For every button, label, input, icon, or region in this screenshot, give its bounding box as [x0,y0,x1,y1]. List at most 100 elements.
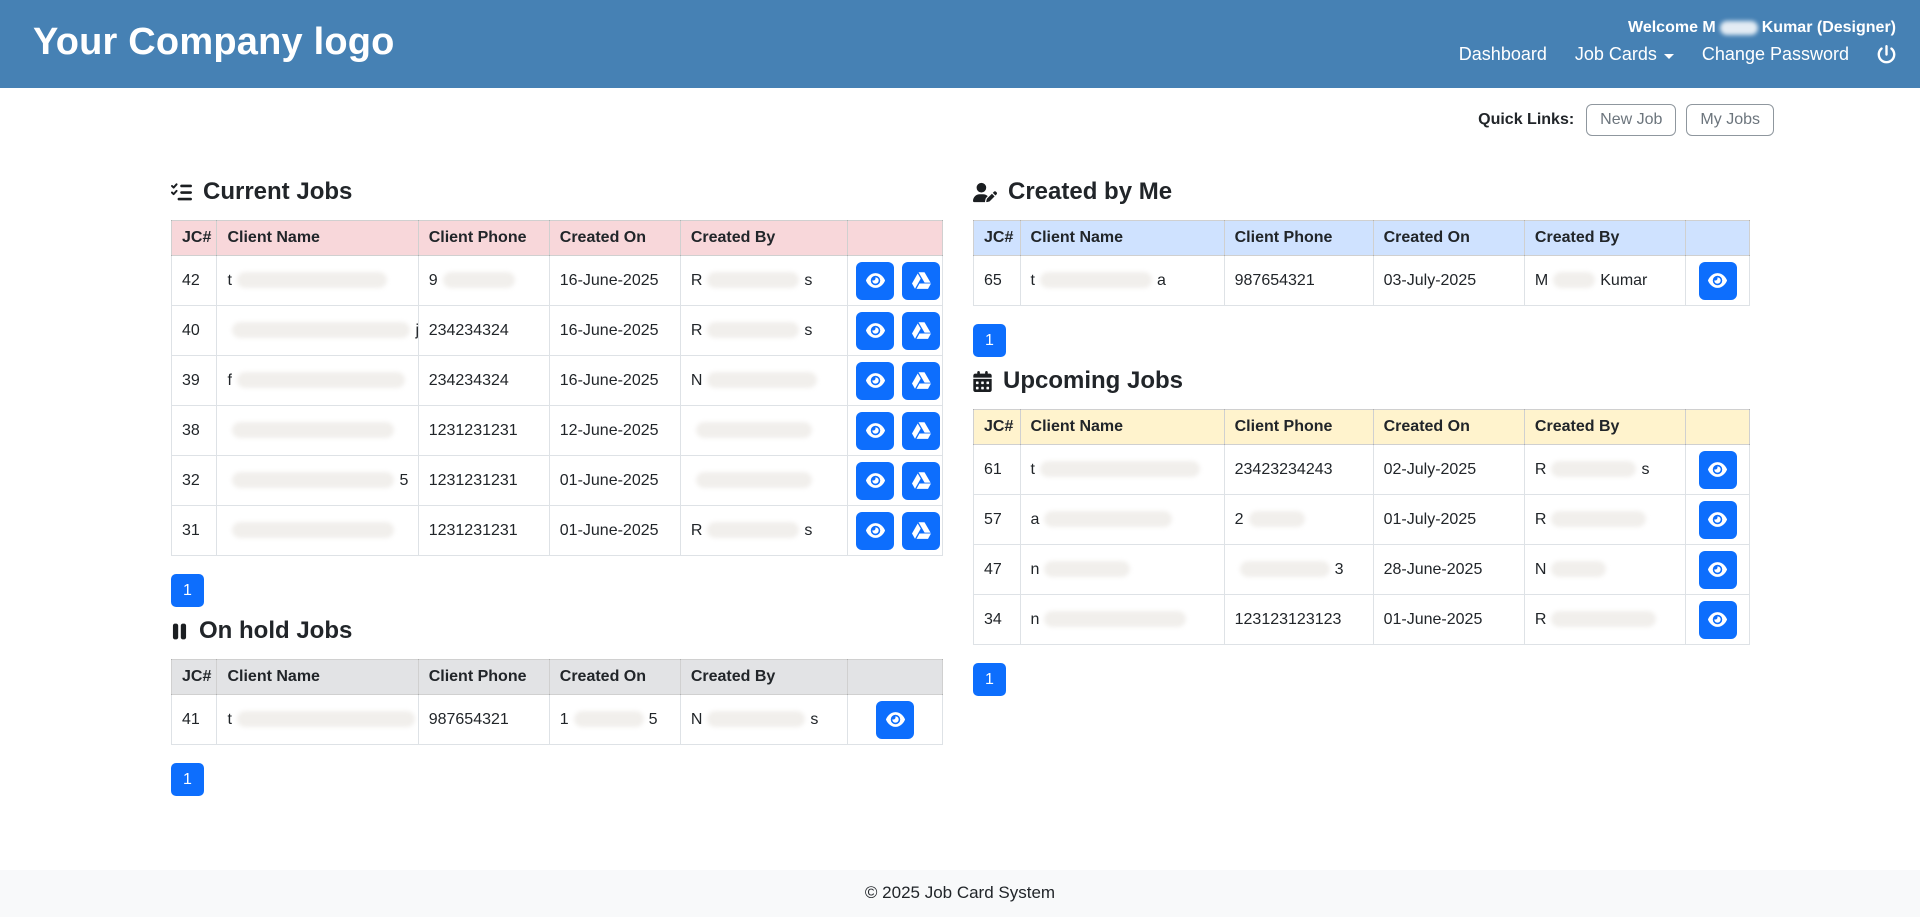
table-row: 38123123123112-June-2025 [172,406,943,456]
drive-link-button[interactable] [902,462,940,500]
google-drive-icon [912,271,931,290]
view-job-button[interactable] [1699,551,1737,589]
cell-client-phone: 987654321 [1224,256,1373,306]
redacted-text [232,522,394,538]
table-row: 39f23423432416-June-2025N [172,356,943,406]
cell-client-phone: 3 [1224,545,1373,595]
table-row: 40j23423432416-June-2025Rs [172,306,943,356]
cell-created-on: 02-July-2025 [1373,445,1524,495]
column-header: Client Phone [418,221,549,256]
drive-link-button[interactable] [902,362,940,400]
view-job-button[interactable] [856,412,894,450]
pagination-page-1[interactable]: 1 [973,663,1006,696]
column-header: Client Phone [1224,221,1373,256]
view-job-button[interactable] [856,512,894,550]
pagination-page-1[interactable]: 1 [973,324,1006,357]
pagination-page-1[interactable]: 1 [171,574,204,607]
cell-created-on: 03-July-2025 [1373,256,1524,306]
table-row: 31123123123101-June-2025Rs [172,506,943,556]
redacted-text [707,272,799,288]
pause-icon [171,621,188,642]
view-job-button[interactable] [856,462,894,500]
column-header: Created By [680,660,847,695]
cell-created-by: R [1524,595,1685,645]
redacted-text [232,322,410,338]
view-job-button[interactable] [1699,601,1737,639]
upcoming-jobs-table: JC#Client NameClient PhoneCreated OnCrea… [973,409,1750,645]
view-job-button[interactable] [856,312,894,350]
redacted-text [1044,611,1186,627]
drive-link-button[interactable] [902,262,940,300]
column-header: Created On [1373,221,1524,256]
column-header: Client Phone [418,660,549,695]
nav-dashboard[interactable]: Dashboard [1459,44,1547,65]
redacted-text [237,372,405,388]
view-job-button[interactable] [856,262,894,300]
cell-client-name [217,506,418,556]
dashboard-content: Current Jobs JC#Client NameClient PhoneC… [0,136,1920,870]
column-header: Client Name [217,660,418,695]
column-header: Client Name [217,221,418,256]
cell-created-on: 16-June-2025 [549,256,680,306]
cell-client-phone: 1231231231 [418,406,549,456]
welcome-text: Welcome M Kumar (Designer) [1628,19,1896,37]
new-job-button[interactable]: New Job [1586,104,1676,136]
drive-link-button[interactable] [902,312,940,350]
drive-link-button[interactable] [902,412,940,450]
redacted-text [1551,461,1636,477]
redacted-username [1720,21,1758,35]
view-job-button[interactable] [856,362,894,400]
table-row: 65ta98765432103-July-2025MKumar [974,256,1750,306]
cell-created-by: MKumar [1524,256,1685,306]
column-header: JC# [172,221,217,256]
redacted-text [696,472,812,488]
nav-job-cards-dropdown[interactable]: Job Cards [1575,44,1674,65]
cell-actions [848,695,943,745]
cell-client-phone: 234234324 [418,306,549,356]
view-job-button[interactable] [1699,501,1737,539]
view-job-button[interactable] [1699,451,1737,489]
cell-jc: 39 [172,356,217,406]
redacted-text [707,372,817,388]
cell-created-by: Rs [680,256,847,306]
column-header [1686,221,1750,256]
redacted-text [707,522,799,538]
eye-icon [866,521,885,540]
view-job-button[interactable] [1699,262,1737,300]
eye-icon [866,271,885,290]
table-row: 42t916-June-2025Rs [172,256,943,306]
column-header: JC# [172,660,217,695]
user-pen-icon [973,182,997,203]
cell-created-on: 16-June-2025 [549,306,680,356]
top-navigation-bar: Your Company logo Welcome M Kumar (Desig… [0,0,1920,88]
cell-client-name: f [217,356,418,406]
eye-icon [1708,560,1727,579]
cell-client-phone: 1231231231 [418,456,549,506]
pagination-page-1[interactable]: 1 [171,763,204,796]
redacted-text [1551,511,1646,527]
cell-client-phone: 1231231231 [418,506,549,556]
cell-client-name: j [217,306,418,356]
column-header: JC# [974,410,1021,445]
redacted-text [696,422,812,438]
cell-jc: 47 [974,545,1021,595]
cell-jc: 65 [974,256,1021,306]
cell-jc: 34 [974,595,1021,645]
section-current-jobs: Current Jobs JC#Client NameClient PhoneC… [171,178,943,607]
my-jobs-button[interactable]: My Jobs [1686,104,1774,136]
cell-jc: 61 [974,445,1021,495]
cell-client-name [217,406,418,456]
eye-icon [886,710,905,729]
chevron-down-icon [1664,54,1674,59]
list-check-icon [171,182,192,203]
nav-change-password[interactable]: Change Password [1702,44,1849,65]
cell-client-phone: 123123123123 [1224,595,1373,645]
google-drive-icon [912,421,931,440]
table-header-row: JC#Client NameClient PhoneCreated OnCrea… [172,660,943,695]
view-job-button[interactable] [876,701,914,739]
column-header: Client Name [1020,221,1224,256]
table-row: 41t98765432115Ns [172,695,943,745]
logout-power-button[interactable] [1877,45,1896,64]
cell-jc: 31 [172,506,217,556]
drive-link-button[interactable] [902,512,940,550]
